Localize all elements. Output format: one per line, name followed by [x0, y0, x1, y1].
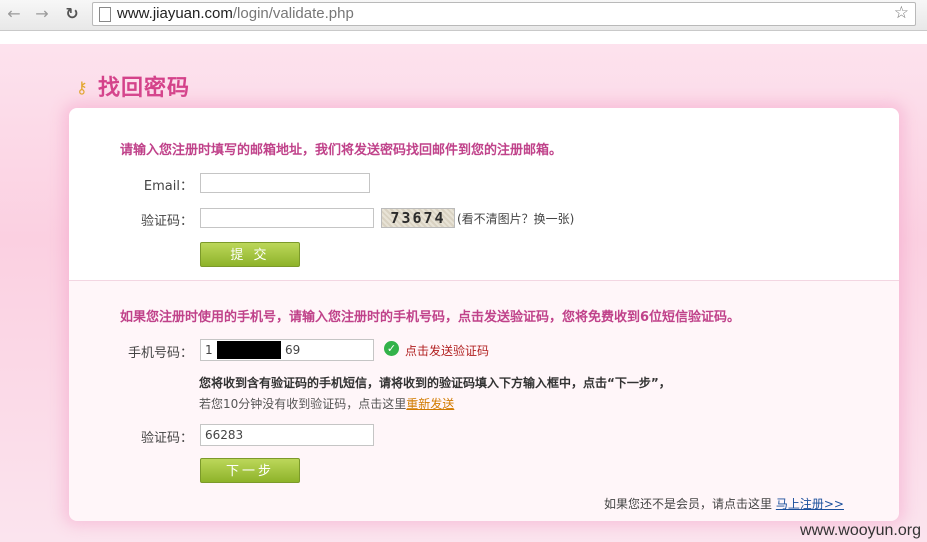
browser-toolbar: ← → ↻ www.jiayuan.com/login/validate.php… — [0, 0, 927, 31]
phone-input[interactable]: 1 69 — [200, 339, 374, 361]
phone-label: 手机号码： — [127, 346, 193, 361]
resend-link[interactable]: 重新发送 — [406, 397, 454, 411]
submit-button[interactable]: 提 交 — [200, 242, 300, 267]
recovery-card: 请输入您注册时填写的邮箱地址，我们将发送密码找回邮件到您的注册邮箱。 Email… — [69, 108, 899, 521]
email-input[interactable] — [200, 173, 370, 193]
key-icon: ⚷ — [76, 78, 88, 97]
redaction-block — [217, 341, 281, 359]
star-icon[interactable]: ☆ — [894, 3, 909, 23]
sms-instruction: 您将收到含有验证码的手机短信，请将收到的验证码填入下方输入框中，点击“下一步”， — [199, 376, 671, 390]
captcha-label: 验证码： — [140, 214, 193, 229]
captcha-refresh-link[interactable]: (看不清图片？换一张) — [457, 210, 574, 227]
page-icon — [99, 7, 111, 22]
resend-note-text: 若您10分钟没有收到验证码，点击这里 — [199, 397, 407, 411]
register-prompt: 如果您还不是会员，请点击这里 马上注册>> — [604, 495, 844, 512]
phone-intro: 如果您注册时使用的手机号，请输入您注册时的手机号码，点击发送验证码，您将免费收到… — [120, 310, 741, 325]
resend-note: 若您10分钟没有收到验证码，点击这里重新发送 — [199, 395, 454, 412]
email-intro: 请输入您注册时填写的邮箱地址，我们将发送密码找回邮件到您的注册邮箱。 — [120, 143, 563, 158]
page-title: 找回密码 — [98, 76, 191, 101]
captcha-image: 73674 — [381, 208, 455, 228]
next-step-button[interactable]: 下一步 — [200, 458, 300, 483]
phone-value-end: 69 — [285, 343, 301, 357]
watermark: www.wooyun.org — [800, 522, 921, 539]
sms-code-input[interactable]: 66283 — [200, 424, 374, 446]
address-bar[interactable]: www.jiayuan.com/login/validate.php ☆ — [92, 2, 916, 26]
register-link[interactable]: 马上注册>> — [776, 497, 844, 511]
forward-arrow-icon[interactable]: → — [32, 4, 52, 24]
sms-code-label: 验证码： — [140, 431, 193, 446]
reload-icon[interactable]: ↻ — [62, 4, 82, 24]
url-path: /login/validate.php — [232, 5, 354, 22]
phone-value-start: 1 — [205, 343, 213, 357]
check-icon: ✓ — [384, 341, 399, 356]
register-prompt-text: 如果您还不是会员，请点击这里 — [604, 497, 773, 511]
captcha-input[interactable] — [200, 208, 374, 228]
url-host: www.jiayuan.com — [117, 5, 233, 22]
back-arrow-icon[interactable]: ← — [4, 4, 24, 24]
url-text[interactable]: www.jiayuan.com/login/validate.php — [117, 5, 354, 22]
send-code-link[interactable]: 点击发送验证码 — [405, 342, 489, 359]
email-label: Email： — [143, 179, 193, 194]
